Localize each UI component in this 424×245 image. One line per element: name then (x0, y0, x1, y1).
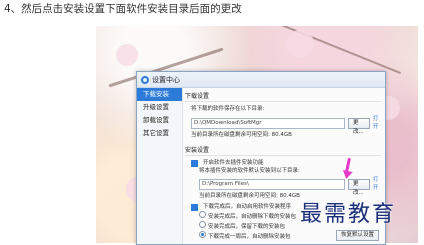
install-path-field[interactable]: D:\Program Files\ (199, 178, 345, 190)
download-open-link[interactable]: 打开 (373, 115, 381, 131)
download-change-button[interactable]: 更改... (348, 117, 370, 135)
dialog-title: 设置中心 (152, 75, 180, 84)
sidebar-item-uninstall[interactable]: 卸载设置 (137, 114, 182, 127)
after-download-checkbox[interactable] (191, 203, 198, 211)
gear-icon (141, 75, 149, 84)
install-section-title: 安装设置 (185, 145, 381, 156)
sidebar-item-upgrade[interactable]: 升级设置 (137, 101, 182, 114)
auto-install-checkbox[interactable] (191, 159, 198, 167)
sidebar-item-other[interactable]: 其它设置 (137, 127, 182, 140)
install-open-link[interactable]: 打开 (373, 176, 381, 192)
watermark-text: 最需教育 (300, 202, 397, 227)
install-change-button[interactable]: 更改... (348, 178, 370, 196)
radio-1-label: 安装完成后，自动删除下载的安装包 (208, 214, 297, 220)
after-download-label: 下载完成后，自动启用软件安装程序 (203, 204, 292, 210)
download-section-title: 下载设置 (185, 91, 381, 102)
step-instruction: 4、然后点击安装设置下面软件安装目录后面的更改 (4, 3, 242, 15)
auto-install-label: 开启软件去插件安装功能 (203, 160, 264, 166)
radio-delete-after-install[interactable] (199, 211, 206, 218)
install-prompt: 将本插件安装的软件默认安装到以下目录: (199, 168, 300, 174)
radio-keep-after-install[interactable] (199, 221, 206, 228)
radio-3-label: 下载完成一周后，自动删除安装包 (208, 234, 291, 240)
download-prompt: 将下载的软件保存在以下目录: (191, 106, 265, 112)
sidebar-item-download-install[interactable]: 下载安装 (137, 88, 182, 101)
radio-delete-after-week[interactable] (199, 231, 206, 238)
dialog-titlebar: 设置中心 (137, 72, 385, 88)
reset-defaults-button[interactable]: 恢复默认设置 (335, 230, 379, 241)
radio-2-label: 安装完成后，保留下载的安装包 (208, 224, 286, 230)
download-path-field[interactable]: D:\QMDownload\SoftMgr (191, 117, 345, 129)
settings-sidebar: 下载安装 升级设置 卸载设置 其它设置 (137, 88, 183, 244)
